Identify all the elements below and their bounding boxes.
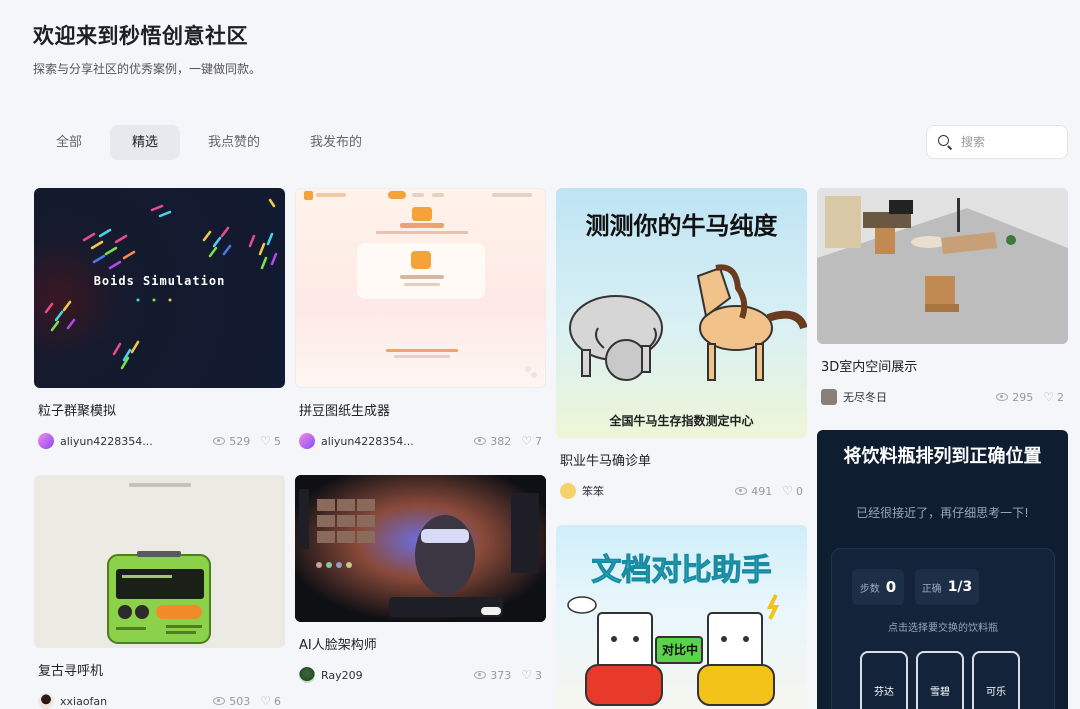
thumbnail-title: Boids Simulation: [93, 274, 226, 288]
tab-published[interactable]: 我发布的: [288, 125, 384, 160]
card-thumbnail[interactable]: [817, 188, 1068, 344]
card-title[interactable]: 复古寻呼机: [38, 660, 285, 679]
card-meta: aliyun4228354... 529 ♡ 5: [38, 433, 281, 449]
avatar[interactable]: [299, 667, 315, 683]
game-hint: 点击选择要交换的饮料瓶: [888, 623, 998, 634]
thumbnail-caption: 已经很接近了，再仔细思考一下!: [856, 506, 1029, 520]
card-title[interactable]: AI人脸架构师: [299, 634, 546, 653]
tab-liked[interactable]: 我点赞的: [186, 125, 282, 160]
card-meta: 无尽冬日 295 ♡ 2: [821, 389, 1064, 405]
like-count[interactable]: ♡ 2: [1043, 391, 1064, 404]
card-title[interactable]: 3D室内空间展示: [821, 356, 1068, 375]
author-name[interactable]: 笨笨: [582, 483, 725, 499]
author-name[interactable]: xxiaofan: [60, 695, 203, 708]
page-header: 欢迎来到秒悟创意社区 探索与分享社区的优秀案例，一键做同款。: [33, 20, 261, 77]
doc-compare-illustration: [567, 594, 780, 706]
card-thumbnail[interactable]: [295, 475, 546, 622]
filter-tabs: 全部 精选 我点赞的 我发布的: [34, 125, 390, 160]
eye-icon: [474, 437, 487, 445]
card-thumbnail[interactable]: 文档对比助手 对比中: [556, 525, 807, 709]
thumbnail-headline: 将饮料瓶排列到正确位置: [843, 446, 1042, 467]
project-card-ai-face[interactable]: AI人脸架构师 Ray209 373 ♡ 3: [295, 475, 546, 683]
thumbnail-caption: 全国牛马生存指数测定中心: [609, 414, 754, 428]
like-count[interactable]: ♡ 3: [521, 669, 542, 682]
card-thumbnail[interactable]: Boids Simulation: [34, 188, 285, 388]
card-thumbnail[interactable]: 测测你的牛马纯度 全国牛马生存指数测定中心: [556, 188, 807, 438]
card-meta: 笨笨 491 ♡ 0: [560, 483, 803, 499]
card-meta: aliyun4228354... 382 ♡ 7: [299, 433, 542, 449]
card-thumbnail[interactable]: [34, 475, 285, 648]
like-count[interactable]: ♡ 5: [260, 435, 281, 448]
author-name[interactable]: aliyun4228354...: [60, 435, 203, 448]
author-name[interactable]: aliyun4228354...: [321, 435, 464, 448]
view-count: 529: [213, 435, 250, 448]
author-name[interactable]: 无尽冬日: [843, 389, 986, 405]
project-card-pager[interactable]: 复古寻呼机 xxiaofan 503 ♡ 6: [34, 475, 285, 709]
eye-icon: [996, 393, 1009, 401]
bottle-slot-1[interactable]: 芬达: [860, 651, 908, 709]
card-thumbnail[interactable]: 将饮料瓶排列到正确位置 已经很接近了，再仔细思考一下! 步数 0 正确 1/3 …: [817, 430, 1068, 709]
game-panel: 步数 0 正确 1/3 点击选择要交换的饮料瓶 芬达 雪碧 可乐: [831, 548, 1055, 709]
view-count: 373: [474, 669, 511, 682]
ai-face-illustration: [295, 475, 546, 622]
view-count: 295: [996, 391, 1033, 404]
avatar[interactable]: [560, 483, 576, 499]
eye-icon: [213, 437, 226, 445]
pindou-illustration: [304, 191, 537, 378]
like-count[interactable]: ♡ 7: [521, 435, 542, 448]
search-box: [926, 125, 1068, 159]
like-count[interactable]: ♡ 0: [782, 485, 803, 498]
project-card-niuma[interactable]: 测测你的牛马纯度 全国牛马生存指数测定中心 职业牛马确诊单 笨笨 491 ♡ 0: [556, 188, 807, 499]
pager-illustration: [107, 483, 211, 644]
search-icon: [937, 134, 953, 150]
view-count: 491: [735, 485, 772, 498]
ox-horse-illustration: [569, 264, 807, 381]
card-title[interactable]: 职业牛马确诊单: [560, 450, 807, 469]
heart-icon: ♡: [260, 434, 271, 448]
avatar[interactable]: [821, 389, 837, 405]
eye-icon: [735, 487, 748, 495]
heart-icon: ♡: [782, 484, 793, 498]
eye-icon: [474, 671, 487, 679]
page-subtitle: 探索与分享社区的优秀案例，一键做同款。: [33, 62, 262, 76]
heart-icon: ♡: [260, 694, 271, 708]
card-meta: xxiaofan 503 ♡ 6: [38, 693, 281, 709]
tab-all[interactable]: 全部: [34, 125, 104, 160]
search-input[interactable]: [961, 135, 1061, 149]
project-card-doc-compare[interactable]: 文档对比助手 对比中: [556, 525, 807, 709]
card-title[interactable]: 拼豆图纸生成器: [299, 400, 546, 419]
eye-icon: [213, 697, 226, 705]
heart-icon: ♡: [521, 668, 532, 682]
correct-box: 正确 1/3: [915, 569, 979, 605]
card-thumbnail[interactable]: [295, 188, 546, 388]
heart-icon: ♡: [1043, 390, 1054, 404]
boids-illustration: [44, 198, 278, 370]
avatar[interactable]: [299, 433, 315, 449]
card-title[interactable]: 粒子群聚模拟: [38, 400, 285, 419]
bottle-slot-2[interactable]: 雪碧: [916, 651, 964, 709]
page-title: 欢迎来到秒悟创意社区: [33, 24, 248, 48]
avatar[interactable]: [38, 433, 54, 449]
view-count: 503: [213, 695, 250, 708]
room-illustration: [817, 188, 1068, 344]
like-count[interactable]: ♡ 6: [260, 695, 281, 708]
bottle-slot-3[interactable]: 可乐: [972, 651, 1020, 709]
project-card-drink-sort[interactable]: 将饮料瓶排列到正确位置 已经很接近了，再仔细思考一下! 步数 0 正确 1/3 …: [817, 430, 1068, 709]
tab-featured[interactable]: 精选: [110, 125, 181, 160]
project-card-boids[interactable]: Boids Simulation 粒子群聚模拟 aliyun4228354...…: [34, 188, 285, 449]
heart-icon: ♡: [521, 434, 532, 448]
card-meta: Ray209 373 ♡ 3: [299, 667, 542, 683]
comparing-label: 对比中: [661, 643, 698, 657]
avatar[interactable]: [38, 693, 54, 709]
steps-box: 步数 0: [852, 569, 904, 605]
project-card-pindou[interactable]: 拼豆图纸生成器 aliyun4228354... 382 ♡ 7: [295, 188, 546, 449]
project-card-3d-room[interactable]: 3D室内空间展示 无尽冬日 295 ♡ 2: [817, 188, 1068, 405]
view-count: 382: [474, 435, 511, 448]
author-name[interactable]: Ray209: [321, 669, 464, 682]
